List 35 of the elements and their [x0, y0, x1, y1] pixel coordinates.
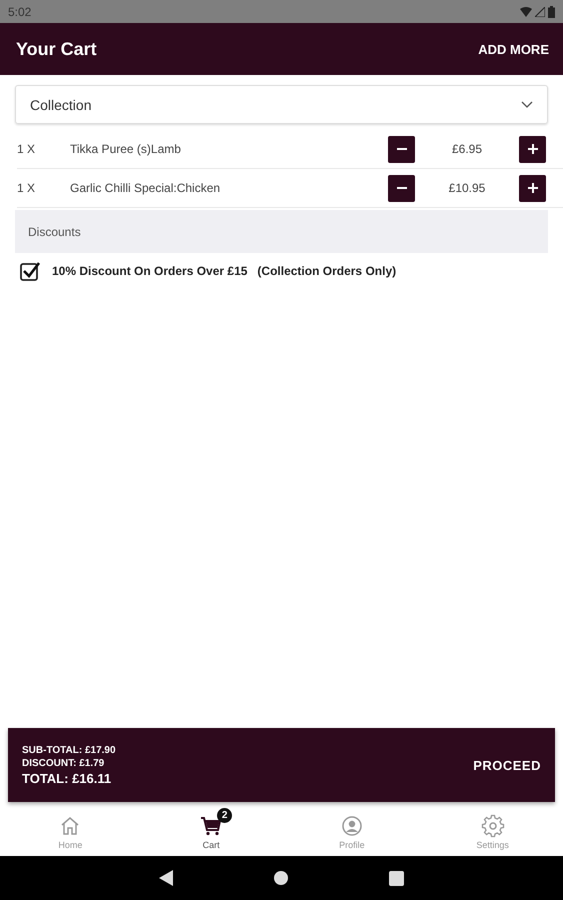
increase-button[interactable]	[519, 174, 546, 202]
item-price: £6.95	[450, 142, 484, 156]
status-time: 5:02	[8, 4, 32, 18]
plus-icon	[526, 182, 538, 194]
total-text: TOTAL: £16.11	[22, 770, 112, 786]
increase-button[interactable]	[519, 136, 546, 162]
cart-count-badge: 2	[217, 808, 232, 823]
home-button-icon[interactable]	[273, 870, 289, 886]
battery-icon	[548, 6, 555, 18]
discounts-heading: Discounts	[28, 224, 81, 238]
profile-icon	[340, 814, 364, 838]
add-more-button[interactable]: ADD MORE	[478, 42, 549, 56]
item-quantity: 1 X	[17, 142, 36, 156]
proceed-button[interactable]: PROCEED	[473, 758, 541, 772]
discount-label: 10% Discount On Orders Over £15 (Collection Orders Only)	[52, 264, 396, 278]
wifi-icon	[520, 6, 532, 16]
decrease-button[interactable]	[388, 174, 415, 202]
settings-icon	[480, 814, 505, 838]
order-type-dropdown[interactable]: Collection	[15, 85, 548, 124]
cart-icon	[199, 814, 224, 838]
checkbox[interactable]	[20, 261, 40, 281]
signal-icon	[535, 6, 545, 16]
decrease-button[interactable]	[388, 136, 415, 162]
page-title: Your Cart	[16, 38, 97, 60]
discount-text: DISCOUNT: £1.79	[22, 758, 106, 768]
item-name: Garlic Chilli Special:Chicken	[70, 181, 222, 195]
item-name: Tikka Puree (s)Lamb	[70, 142, 182, 156]
nav-tab[interactable]: 2 Cart	[140, 808, 282, 856]
subtotal-text: SUB-TOTAL: £17.90	[22, 744, 116, 756]
back-icon[interactable]	[159, 870, 173, 886]
item-quantity: 1 X	[17, 181, 36, 195]
plus-icon	[526, 143, 538, 155]
item-price: £10.95	[448, 181, 486, 195]
recents-icon[interactable]	[389, 870, 404, 886]
chevron-down-icon	[521, 100, 533, 108]
